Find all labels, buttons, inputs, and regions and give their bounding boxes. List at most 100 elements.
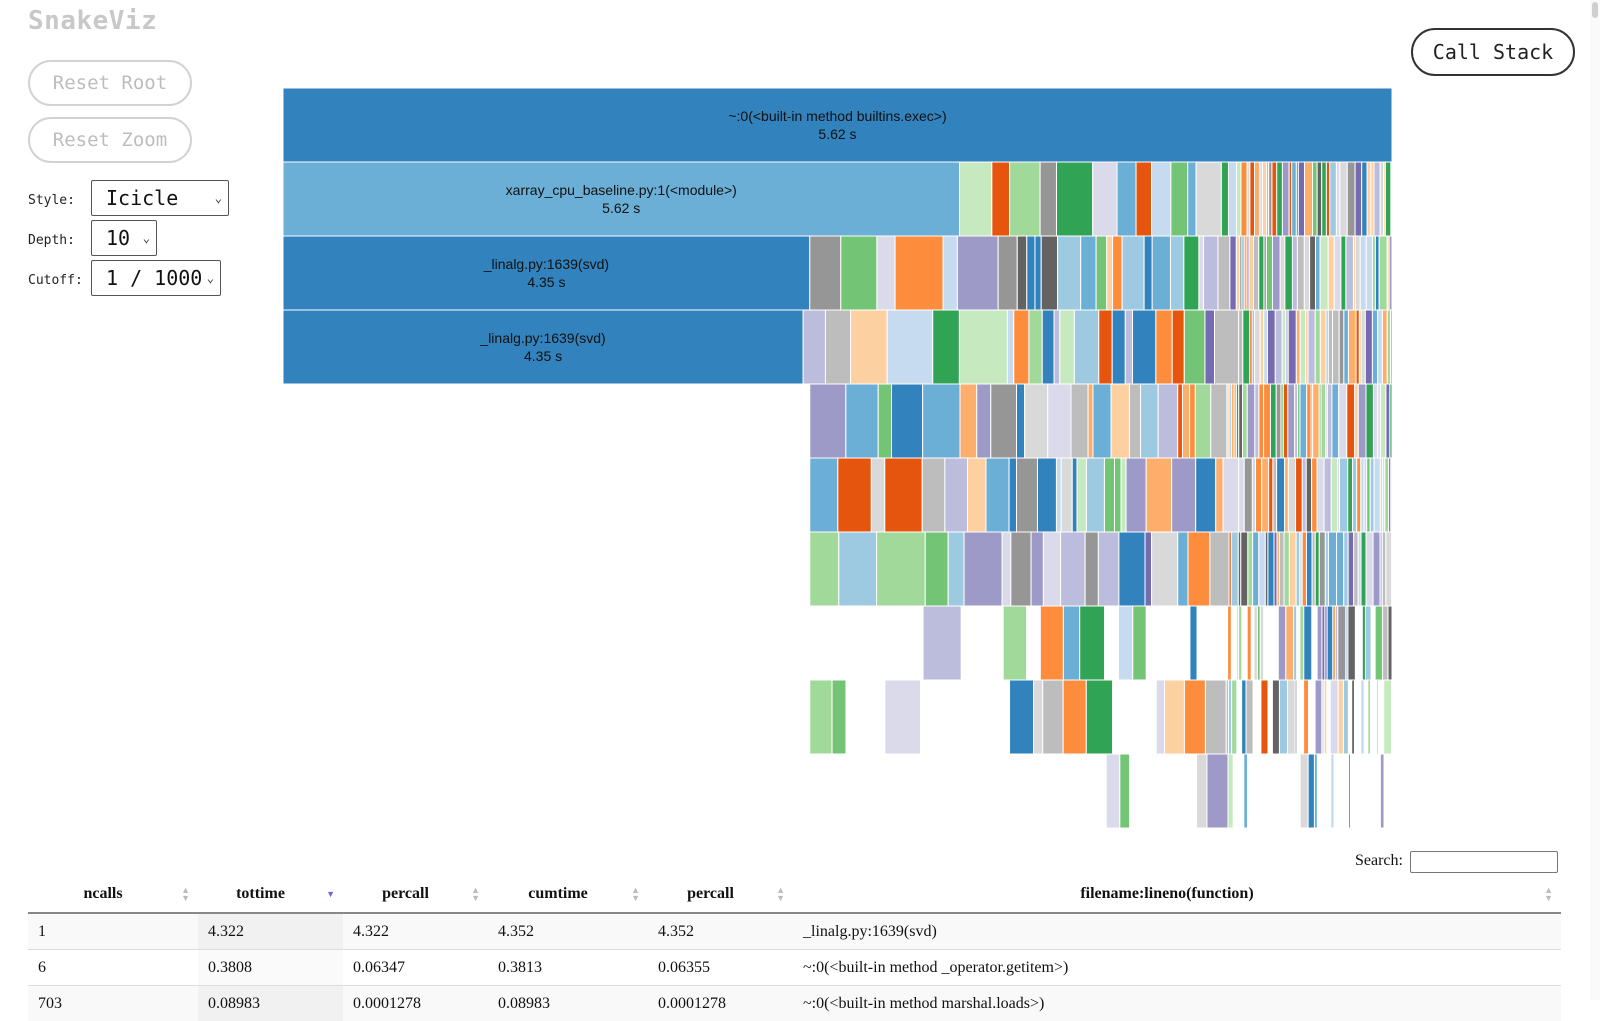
icicle-block[interactable] bbox=[1003, 606, 1026, 680]
icicle-block[interactable] bbox=[1355, 236, 1360, 310]
icicle-block[interactable] bbox=[1283, 754, 1287, 828]
icicle-block[interactable] bbox=[1064, 754, 1086, 828]
icicle-block[interactable] bbox=[1362, 162, 1367, 236]
icicle-block[interactable] bbox=[1125, 310, 1132, 384]
icicle-block[interactable] bbox=[904, 606, 923, 680]
icicle-block[interactable] bbox=[925, 532, 948, 606]
icicle-block[interactable] bbox=[964, 754, 985, 828]
icicle-block[interactable] bbox=[1244, 754, 1248, 828]
icicle-block[interactable] bbox=[1331, 754, 1334, 828]
icicle-block[interactable] bbox=[1255, 680, 1261, 754]
icicle-block[interactable] bbox=[923, 384, 960, 458]
column-header-tottime[interactable]: tottime▼ bbox=[198, 876, 343, 913]
icicle-block[interactable] bbox=[1337, 532, 1344, 606]
icicle-block[interactable] bbox=[1269, 458, 1273, 532]
icicle-block[interactable] bbox=[1317, 458, 1324, 532]
icicle-block[interactable] bbox=[1248, 532, 1253, 606]
icicle-block[interactable] bbox=[1306, 532, 1312, 606]
icicle-block[interactable] bbox=[830, 606, 857, 680]
icicle-block[interactable] bbox=[1376, 754, 1380, 828]
icicle-block[interactable] bbox=[1334, 236, 1341, 310]
icicle-block[interactable] bbox=[1321, 384, 1326, 458]
icicle-block[interactable] bbox=[1113, 680, 1130, 754]
icicle-block[interactable] bbox=[1292, 236, 1297, 310]
icicle-block[interactable] bbox=[1273, 458, 1277, 532]
icicle-block[interactable] bbox=[1347, 162, 1355, 236]
icicle-block[interactable] bbox=[826, 754, 849, 828]
icicle-block[interactable] bbox=[1375, 236, 1379, 310]
icicle-block[interactable] bbox=[1010, 162, 1041, 236]
icicle-block[interactable] bbox=[1221, 162, 1228, 236]
icicle-block[interactable] bbox=[1384, 754, 1388, 828]
icicle-block[interactable] bbox=[1382, 310, 1387, 384]
icicle-block[interactable] bbox=[1310, 236, 1316, 310]
icicle-block[interactable] bbox=[1358, 384, 1366, 458]
icicle-block[interactable] bbox=[1216, 458, 1223, 532]
icicle-block[interactable] bbox=[1190, 606, 1197, 680]
icicle-block[interactable] bbox=[1029, 310, 1042, 384]
icicle-block[interactable] bbox=[1259, 754, 1264, 828]
icicle-block[interactable] bbox=[1346, 236, 1354, 310]
icicle-block[interactable] bbox=[1041, 236, 1057, 310]
icicle-block[interactable] bbox=[1350, 754, 1356, 828]
icicle-block[interactable] bbox=[1241, 162, 1247, 236]
icicle-block[interactable] bbox=[941, 680, 990, 754]
icicle-block[interactable] bbox=[1384, 680, 1392, 754]
icicle-block[interactable] bbox=[1391, 310, 1392, 384]
column-header-ncalls[interactable]: ncalls▲▼ bbox=[28, 876, 198, 913]
icicle-block[interactable] bbox=[1367, 754, 1374, 828]
icicle-block[interactable] bbox=[1117, 162, 1136, 236]
icicle-block[interactable] bbox=[1312, 606, 1317, 680]
icicle-block[interactable] bbox=[1363, 754, 1368, 828]
column-header-percall-2[interactable]: percall▲▼ bbox=[648, 876, 793, 913]
icicle-block[interactable] bbox=[1277, 754, 1283, 828]
icicle-block[interactable] bbox=[1106, 754, 1120, 828]
icicle-block[interactable] bbox=[1259, 532, 1266, 606]
icicle-block[interactable] bbox=[1315, 310, 1320, 384]
icicle-block[interactable] bbox=[1388, 606, 1392, 680]
icicle-block[interactable] bbox=[1145, 532, 1152, 606]
icicle-block[interactable] bbox=[1011, 532, 1031, 606]
icicle-block[interactable] bbox=[1017, 384, 1025, 458]
icicle-block[interactable] bbox=[1309, 680, 1315, 754]
icicle-block[interactable] bbox=[1244, 458, 1252, 532]
icicle-block[interactable] bbox=[1388, 754, 1392, 828]
icicle-block[interactable] bbox=[1027, 606, 1041, 680]
icicle-block[interactable] bbox=[1366, 236, 1372, 310]
icicle-block[interactable] bbox=[1158, 384, 1178, 458]
icicle-block[interactable] bbox=[1315, 532, 1319, 606]
icicle-block[interactable] bbox=[1077, 458, 1086, 532]
icicle-block[interactable] bbox=[1262, 458, 1269, 532]
icicle-block[interactable] bbox=[1264, 606, 1272, 680]
icicle-block[interactable] bbox=[1043, 532, 1060, 606]
icicle-block[interactable] bbox=[1027, 236, 1035, 310]
icicle-block[interactable] bbox=[1178, 384, 1183, 458]
icicle-block[interactable] bbox=[1002, 532, 1011, 606]
icicle-block[interactable] bbox=[1250, 162, 1255, 236]
icicle-block[interactable] bbox=[1152, 236, 1170, 310]
icicle-block[interactable] bbox=[1322, 162, 1327, 236]
icicle-block[interactable] bbox=[1156, 310, 1172, 384]
page-scrollbar[interactable] bbox=[1590, 0, 1600, 1000]
icicle-block[interactable] bbox=[1156, 680, 1164, 754]
icicle-block[interactable] bbox=[1081, 236, 1096, 310]
icicle-block[interactable] bbox=[1249, 236, 1254, 310]
icicle-block[interactable] bbox=[1365, 606, 1371, 680]
icicle-block[interactable] bbox=[1298, 162, 1304, 236]
icicle-block[interactable] bbox=[839, 532, 877, 606]
icicle-block[interactable] bbox=[1316, 236, 1321, 310]
icicle-block[interactable] bbox=[1115, 458, 1121, 532]
icicle-block[interactable] bbox=[1228, 754, 1233, 828]
icicle-block[interactable] bbox=[841, 236, 877, 310]
icicle-block[interactable] bbox=[1178, 532, 1188, 606]
icicle-block[interactable] bbox=[1344, 532, 1348, 606]
icicle-block[interactable] bbox=[1254, 236, 1259, 310]
icicle-block[interactable] bbox=[1037, 458, 1056, 532]
icicle-block[interactable] bbox=[1354, 680, 1360, 754]
icicle-block[interactable] bbox=[1370, 680, 1374, 754]
icicle-block[interactable] bbox=[846, 680, 885, 754]
icicle-block[interactable] bbox=[1196, 458, 1216, 532]
icicle-block[interactable] bbox=[1288, 680, 1296, 754]
icicle-block[interactable] bbox=[1392, 680, 1393, 754]
icicle-block[interactable] bbox=[1093, 384, 1111, 458]
